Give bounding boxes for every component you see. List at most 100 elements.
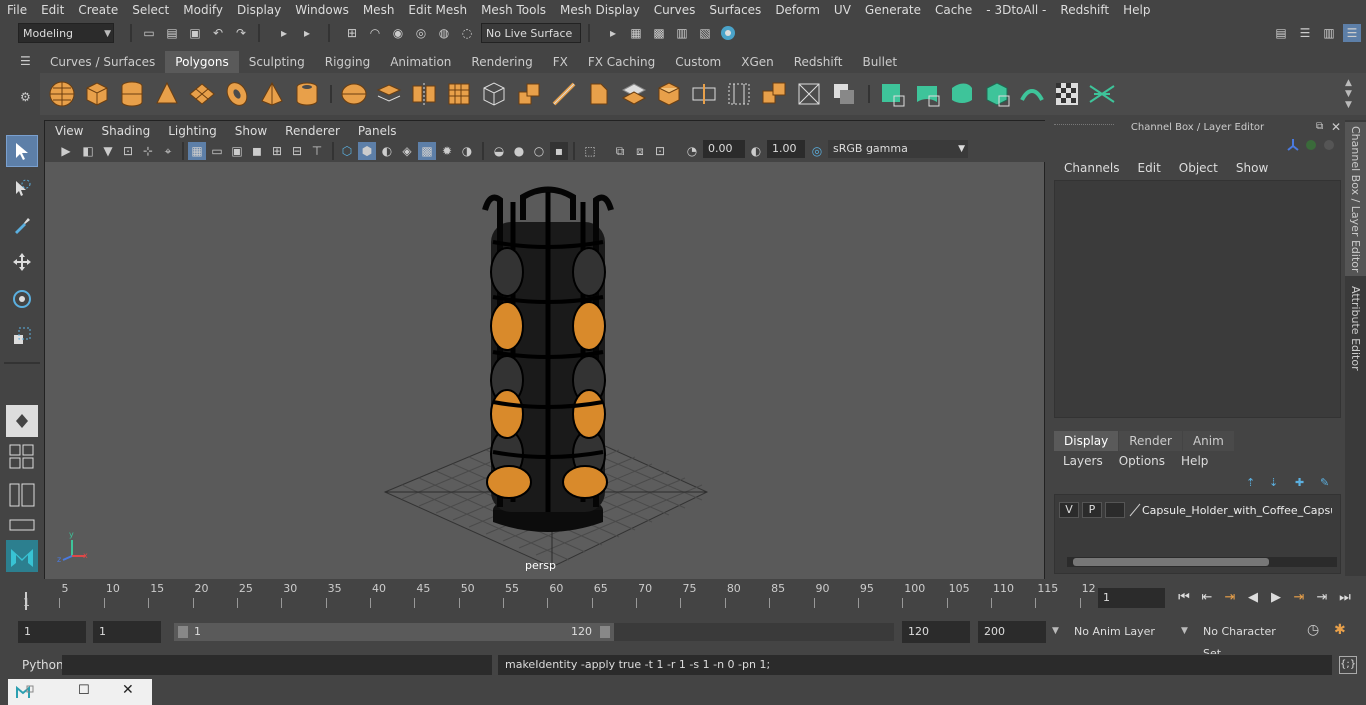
viewport-menu-lighting[interactable]: Lighting <box>158 124 225 138</box>
offset-edge-loop-icon[interactable] <box>725 80 753 108</box>
play-backward-icon[interactable]: ◀ <box>1243 586 1263 608</box>
viewport-menu-renderer[interactable]: Renderer <box>275 124 348 138</box>
four-view-layout-icon[interactable] <box>6 443 38 471</box>
scale-tool-icon[interactable] <box>6 320 38 352</box>
layer-display-type-toggle[interactable] <box>1105 502 1125 518</box>
smooth-shade-icon[interactable]: ⬢ <box>358 142 376 160</box>
layer-row[interactable]: V P Capsule_Holder_with_Coffee_Capsul <box>1059 501 1339 519</box>
maya-window-icon[interactable] <box>16 684 34 700</box>
layer-menu-options[interactable]: Options <box>1111 454 1173 468</box>
range-end-handle[interactable] <box>600 626 610 638</box>
layer-playback-toggle[interactable]: P <box>1082 502 1102 518</box>
poly-cylinder-icon[interactable] <box>118 80 146 108</box>
input-ops-icon[interactable]: ▸ <box>275 24 293 42</box>
redo-icon[interactable]: ↷ <box>232 24 250 42</box>
wireframe-icon[interactable]: ⬡ <box>338 142 356 160</box>
menu-cache[interactable]: Cache <box>928 3 979 17</box>
current-time-marker[interactable] <box>25 592 27 610</box>
menu-deform[interactable]: Deform <box>768 3 827 17</box>
tab-anim[interactable]: Anim <box>1182 431 1234 451</box>
viewport-menu-show[interactable]: Show <box>225 124 275 138</box>
shelf-menu-icon[interactable]: ☰ <box>20 54 36 70</box>
lights-icon[interactable]: ✹ <box>438 142 456 160</box>
play-forward-icon[interactable]: ▶ <box>1266 586 1286 608</box>
new-scene-icon[interactable]: ▭ <box>140 24 158 42</box>
menu-uv[interactable]: UV <box>827 3 858 17</box>
menu-edit[interactable]: Edit <box>34 3 71 17</box>
axis-toggle-icon[interactable] <box>1286 138 1300 155</box>
exposure-icon[interactable]: ◔ <box>683 142 701 160</box>
menu-create[interactable]: Create <box>71 3 125 17</box>
viewport-menu-shading[interactable]: Shading <box>91 124 158 138</box>
xray-joints-icon[interactable]: ⧉ <box>611 142 629 160</box>
range-start-handle[interactable] <box>178 626 188 638</box>
image-plane-icon[interactable]: ⊡ <box>119 142 137 160</box>
ipr-render-icon[interactable]: ▥ <box>673 24 691 42</box>
menu-mesh-display[interactable]: Mesh Display <box>553 3 647 17</box>
channel-menu-object[interactable]: Object <box>1170 161 1227 175</box>
channel-menu-show[interactable]: Show <box>1227 161 1277 175</box>
menu-3dtoall[interactable]: - 3DtoAll - <box>979 3 1053 17</box>
shelf-scroll-icon[interactable]: ▲ ▼ ▼ <box>1345 78 1359 112</box>
shadows-icon[interactable]: ◑ <box>458 142 476 160</box>
tab-redshift[interactable]: Redshift <box>784 51 853 73</box>
outliner-layout-icon[interactable] <box>6 482 38 510</box>
exposure-field[interactable]: 0.00 <box>703 140 745 158</box>
gamma-icon[interactable]: ◐ <box>747 142 765 160</box>
move-layer-down-icon[interactable]: ⇣ <box>1269 476 1278 489</box>
scrollbar-thumb[interactable] <box>1073 558 1269 566</box>
status-dot-icon[interactable] <box>1324 140 1334 150</box>
step-back-key-icon[interactable]: ⇤ <box>1197 586 1217 608</box>
menu-file[interactable]: File <box>0 3 34 17</box>
color-management-icon[interactable]: ◎ <box>808 142 826 160</box>
remesh-icon[interactable] <box>480 80 508 108</box>
tab-sculpting[interactable]: Sculpting <box>239 51 315 73</box>
channel-box-toggle-icon[interactable]: ☰ <box>1343 24 1361 42</box>
tab-rendering[interactable]: Rendering <box>461 51 542 73</box>
tab-xgen[interactable]: XGen <box>731 51 784 73</box>
xray-icon[interactable]: ◈ <box>398 142 416 160</box>
smooth-icon[interactable] <box>445 80 473 108</box>
new-layer-icon[interactable]: ✚ <box>1295 476 1304 489</box>
playback-start-field[interactable]: 1 <box>93 621 161 643</box>
live-surface-field[interactable]: No Live Surface <box>481 23 581 43</box>
motion-blur-icon[interactable]: ● <box>510 142 528 160</box>
grid-view-icon[interactable]: ⊹ <box>139 142 157 160</box>
bevel-icon[interactable] <box>585 80 613 108</box>
move-layer-up-icon[interactable]: ⇡ <box>1246 476 1255 489</box>
snap-surface-icon[interactable]: ◍ <box>435 24 453 42</box>
tab-channel-box[interactable]: Channel Box / Layer Editor <box>1345 122 1366 276</box>
bridge-icon[interactable] <box>620 80 648 108</box>
uv-automatic-icon[interactable] <box>983 80 1011 108</box>
mirror-icon[interactable] <box>410 80 438 108</box>
textured-icon[interactable]: ▩ <box>418 142 436 160</box>
menu-curves[interactable]: Curves <box>647 3 703 17</box>
render-options-icon[interactable]: ▸ <box>604 24 622 42</box>
range-track[interactable] <box>614 623 894 641</box>
menu-mesh-tools[interactable]: Mesh Tools <box>474 3 553 17</box>
uv-unfold-icon[interactable] <box>1018 80 1046 108</box>
xray-active-icon[interactable]: ⧈ <box>631 142 649 160</box>
menu-display[interactable]: Display <box>230 3 288 17</box>
pan-zoom-icon[interactable]: ⌖ <box>159 142 177 160</box>
step-forward-key-icon[interactable]: ⇥ <box>1312 586 1332 608</box>
target-weld-icon[interactable] <box>795 80 823 108</box>
ambient-occlusion-icon[interactable]: ◒ <box>490 142 508 160</box>
character-set-dropdown[interactable]: No Character Set <box>1197 621 1297 660</box>
checker-icon[interactable] <box>1053 80 1081 108</box>
tab-fx[interactable]: FX <box>543 51 578 73</box>
boolean-icon[interactable] <box>830 80 858 108</box>
move-tool-icon[interactable] <box>6 246 38 278</box>
uv-editor-icon[interactable] <box>1088 80 1116 108</box>
step-back-frame-icon[interactable]: ⇥ <box>1220 586 1240 608</box>
field-chart-icon[interactable]: ⊞ <box>268 142 286 160</box>
menu-modify[interactable]: Modify <box>176 3 230 17</box>
viewport-menu-view[interactable]: View <box>45 124 91 138</box>
undo-icon[interactable]: ↶ <box>209 24 227 42</box>
snap-live-icon[interactable]: ◌ <box>458 24 476 42</box>
layer-visibility-toggle[interactable]: V <box>1059 502 1079 518</box>
close-panel-icon[interactable]: ✕ <box>1331 120 1341 134</box>
poly-cube-icon[interactable] <box>83 80 111 108</box>
tab-rigging[interactable]: Rigging <box>315 51 380 73</box>
poly-torus-icon[interactable] <box>223 80 251 108</box>
